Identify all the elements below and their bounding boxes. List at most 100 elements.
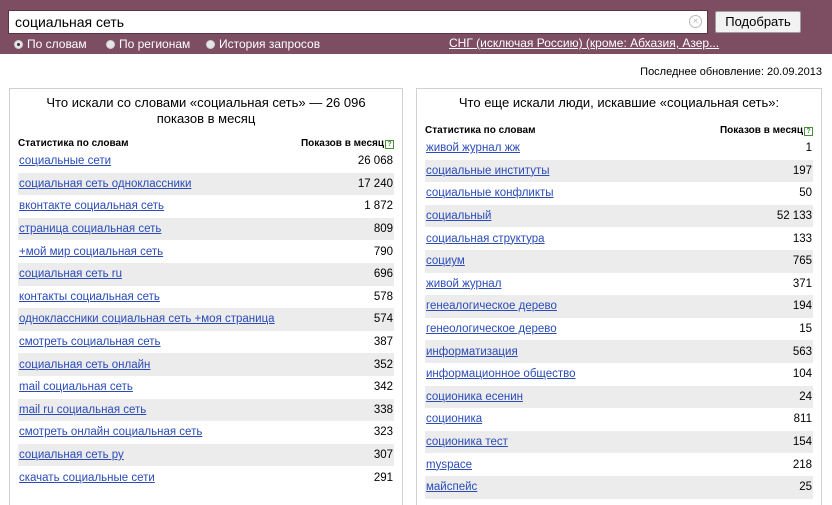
mode-label: История запросов	[219, 37, 321, 51]
impressions-count: 371	[792, 277, 812, 290]
impressions-count: 307	[373, 449, 393, 462]
mode-by-words[interactable]: По словам	[14, 37, 87, 51]
mode-by-regions[interactable]: По регионам	[106, 37, 190, 51]
impressions-count: 387	[373, 336, 393, 349]
impressions-count: 218	[792, 458, 812, 471]
impressions-count: 342	[373, 381, 393, 394]
table-row: живой журнал 371	[425, 273, 813, 296]
table-row: информационное общество 104	[425, 363, 813, 386]
table-row: живой журнал жж 1	[425, 137, 813, 160]
phrase-link[interactable]: информатизация	[426, 346, 518, 358]
phrase-link[interactable]: генеалогическое дерево	[426, 300, 557, 312]
phrase-link[interactable]: myspace	[426, 459, 472, 471]
table-row: одноклассники социальная сеть +моя стран…	[18, 308, 394, 331]
phrase-link[interactable]: социальные институты	[426, 165, 550, 177]
search-input[interactable]	[8, 10, 708, 34]
phrase-link[interactable]: социальная структура	[426, 233, 545, 245]
right-table-header: Статистика по словам Показов в месяц?	[425, 123, 813, 137]
table-row: социальный 52 133	[425, 204, 813, 228]
table-row: mail ru социальная сеть 338	[18, 398, 394, 422]
phrase-link[interactable]: вконтакте социальная сеть	[19, 200, 164, 212]
table-row: социальная структура 133	[425, 227, 813, 250]
phrase-link[interactable]: социальная сеть ru	[19, 268, 122, 280]
impressions-count: 574	[373, 313, 393, 326]
impressions-count: 323	[373, 426, 393, 439]
phrase-link[interactable]: социальные сети	[19, 155, 111, 167]
phrase-link[interactable]: живой журнал жж	[426, 142, 520, 154]
right-table: живой журнал жж 1 социальные институты 197 с…	[425, 137, 813, 499]
submit-button[interactable]: Подобрать	[715, 11, 801, 33]
table-row: социальная сеть одноклассники 17 240	[18, 172, 394, 196]
last-update: Последнее обновление: 20.09.2013	[640, 66, 822, 78]
help-icon[interactable]: ?	[385, 139, 394, 149]
phrase-link[interactable]: контакты социальная сеть	[19, 291, 160, 303]
table-row: +мой мир социальная сеть 790	[18, 240, 394, 263]
phrase-link[interactable]: социальный	[426, 210, 491, 222]
phrase-link[interactable]: социальная сеть ру	[19, 449, 124, 461]
region-link[interactable]: СНГ (исключая Россию) (кроме: Абхазия, А…	[449, 36, 719, 50]
clear-icon[interactable]: ×	[689, 15, 702, 28]
table-row: контакты социальная сеть 578	[18, 286, 394, 309]
phrase-link[interactable]: соционика тест	[426, 436, 508, 448]
table-row: соционика есенин 24	[425, 385, 813, 409]
phrase-link[interactable]: одноклассники социальная сеть +моя стран…	[19, 313, 275, 325]
column-count: Показов в месяц?	[301, 138, 394, 149]
impressions-count: 809	[373, 223, 393, 236]
impressions-count: 133	[792, 232, 812, 245]
table-row: информатизация 563	[425, 340, 813, 363]
impressions-count: 197	[792, 164, 812, 177]
phrase-link[interactable]: смотреть социальная сеть	[19, 336, 161, 348]
impressions-count: 194	[792, 300, 812, 313]
phrase-link[interactable]: информационное общество	[426, 368, 576, 380]
phrase-link[interactable]: социум	[426, 255, 465, 267]
phrase-link[interactable]: майспейс	[426, 481, 477, 493]
column-phrase: Статистика по словам	[18, 137, 129, 149]
table-row: социум 765	[425, 249, 813, 273]
impressions-count: 1 872	[364, 200, 393, 213]
table-row: социальная сеть ру 307	[18, 443, 394, 467]
search-bar: × Подобрать По словам По регионам Истори…	[0, 0, 832, 54]
table-row: генеологическое дерево 15	[425, 318, 813, 341]
table-row: социальная сеть онлайн 352	[18, 353, 394, 376]
table-row: соционика тест 154	[425, 430, 813, 454]
phrase-link[interactable]: смотреть онлайн социальная сеть	[19, 426, 202, 438]
mode-label: По словам	[27, 37, 87, 51]
table-row: социальные конфликты 50	[425, 182, 813, 205]
phrase-link[interactable]: генеологическое дерево	[426, 323, 557, 335]
right-panel-title: Что еще искали люди, искавшие «социальна…	[458, 95, 780, 110]
radio-icon[interactable]	[14, 39, 23, 49]
mode-history[interactable]: История запросов	[206, 37, 320, 51]
phrase-link[interactable]: +мой мир социальная сеть	[19, 246, 163, 258]
phrase-link[interactable]: социальная сеть онлайн	[19, 359, 150, 371]
phrase-link[interactable]: скачать социальные сети	[19, 472, 155, 484]
phrase-link[interactable]: соционика есенин	[426, 391, 523, 403]
impressions-count: 17 240	[357, 177, 393, 190]
impressions-count: 338	[373, 403, 393, 416]
table-row: скачать социальные сети 291	[18, 466, 394, 489]
column-count: Показов в месяц?	[720, 125, 813, 136]
phrase-link[interactable]: mail социальная сеть	[19, 381, 133, 393]
table-row: соционика 811	[425, 408, 813, 431]
left-table-header: Статистика по словам Показов в месяц?	[18, 136, 394, 150]
impressions-count: 563	[792, 345, 812, 358]
table-row: майспейс 25	[425, 475, 813, 499]
impressions-count: 24	[799, 390, 812, 403]
table-row: myspace 218	[425, 453, 813, 476]
help-icon[interactable]: ?	[804, 126, 813, 136]
table-row: mail социальная сеть 342	[18, 376, 394, 399]
impressions-count: 25	[799, 481, 812, 494]
table-row: вконтакте социальная сеть 1 872	[18, 195, 394, 218]
left-table: социальные сети 26 068 социальная сеть одн…	[18, 150, 394, 489]
table-row: страница социальная сеть 809	[18, 217, 394, 241]
radio-icon[interactable]	[206, 39, 215, 49]
phrase-link[interactable]: mail ru социальная сеть	[19, 404, 146, 416]
phrase-link[interactable]: живой журнал	[426, 278, 501, 290]
phrase-link[interactable]: страница социальная сеть	[19, 223, 161, 235]
phrase-link[interactable]: социальные конфликты	[426, 187, 554, 199]
table-row: смотреть социальная сеть 387	[18, 331, 394, 354]
table-row: социальные сети 26 068	[18, 150, 394, 173]
phrase-link[interactable]: социальная сеть одноклассники	[19, 178, 191, 190]
radio-icon[interactable]	[106, 39, 115, 49]
phrase-link[interactable]: соционика	[426, 413, 482, 425]
right-panel: Что еще искали люди, искавшие «социальна…	[416, 88, 822, 505]
